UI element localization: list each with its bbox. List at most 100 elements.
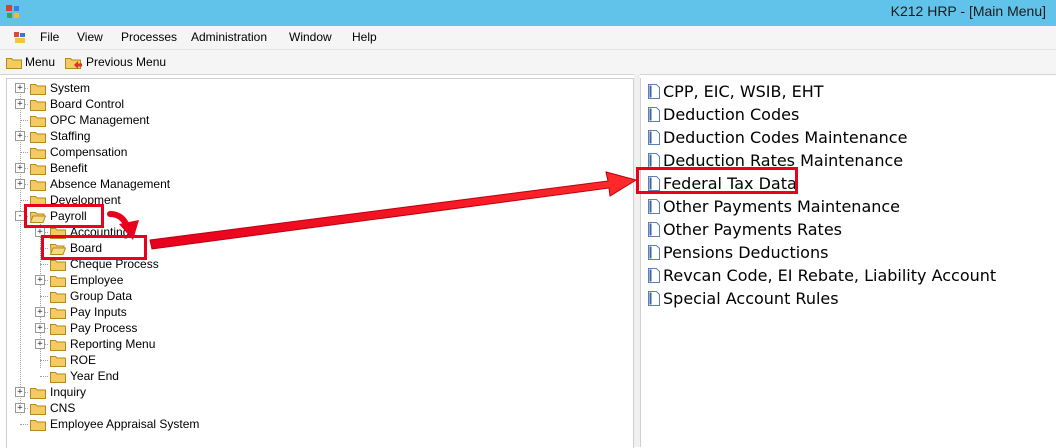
document-icon bbox=[648, 221, 660, 237]
tree-line bbox=[40, 296, 48, 297]
tree-line bbox=[20, 152, 28, 153]
tree-item-label: Employee Appraisal System bbox=[50, 417, 200, 431]
mdi-child-icon[interactable] bbox=[13, 31, 27, 45]
menu-item-label: Other Payments Rates bbox=[663, 219, 843, 239]
tree-item-opc-management[interactable]: OPC Management bbox=[30, 112, 149, 128]
document-icon bbox=[648, 244, 660, 260]
tree-item-roe[interactable]: ROE bbox=[50, 352, 96, 368]
menu-item-label: Revcan Code, EI Rebate, Liability Accoun… bbox=[663, 265, 997, 285]
tree-item-system[interactable]: System bbox=[30, 80, 90, 96]
federal-tax-highlight bbox=[636, 167, 798, 194]
tree-item-year-end[interactable]: Year End bbox=[50, 368, 119, 384]
expand-icon[interactable]: + bbox=[15, 403, 25, 413]
menu-button[interactable]: Menu bbox=[6, 53, 55, 71]
tree-item-board-control[interactable]: Board Control bbox=[30, 96, 124, 112]
folder-icon bbox=[30, 147, 46, 159]
expand-icon[interactable]: + bbox=[35, 339, 45, 349]
tree-item-label: CNS bbox=[50, 401, 76, 415]
tree-item-label: Inquiry bbox=[50, 385, 87, 399]
tree-line bbox=[20, 120, 28, 121]
document-icon bbox=[648, 83, 660, 99]
menu-view[interactable]: View bbox=[77, 30, 103, 44]
menu-item-other-payments-maintenance[interactable]: Other Payments Maintenance bbox=[648, 195, 900, 217]
folder-icon bbox=[6, 57, 22, 69]
tree-line bbox=[40, 376, 48, 377]
tree-item-pay-inputs[interactable]: Pay Inputs bbox=[50, 304, 127, 320]
document-icon bbox=[648, 152, 660, 168]
tree-item-absence-management[interactable]: Absence Management bbox=[30, 176, 170, 192]
toolbar: Menu Previous Menu bbox=[0, 50, 1056, 75]
tree-item-compensation[interactable]: Compensation bbox=[30, 144, 127, 160]
menu-item-deduction-codes-maintenance[interactable]: Deduction Codes Maintenance bbox=[648, 126, 907, 148]
tree-item-label: System bbox=[50, 81, 91, 95]
board-highlight bbox=[41, 235, 147, 260]
tree-item-label: Employee bbox=[70, 273, 124, 287]
menu-item-label: Other Payments Maintenance bbox=[663, 196, 901, 216]
tree-line bbox=[40, 360, 48, 361]
folder-icon bbox=[50, 323, 66, 335]
tree-item-pay-process[interactable]: Pay Process bbox=[50, 320, 137, 336]
menu-button-label: Menu bbox=[25, 55, 56, 69]
tree-item-employee[interactable]: Employee bbox=[50, 272, 123, 288]
menu-item-pensions-deductions[interactable]: Pensions Deductions bbox=[648, 241, 828, 263]
previous-menu-button[interactable]: Previous Menu bbox=[65, 53, 166, 71]
tree-item-label: Compensation bbox=[50, 145, 128, 159]
document-icon bbox=[648, 290, 660, 306]
tree-item-label: Staffing bbox=[50, 129, 91, 143]
folder-icon bbox=[50, 275, 66, 287]
folder-icon bbox=[50, 371, 66, 383]
tree-item-label: Board Control bbox=[50, 97, 125, 111]
app-icon[interactable] bbox=[5, 4, 21, 20]
document-icon bbox=[648, 129, 660, 145]
folder-icon bbox=[50, 291, 66, 303]
expand-icon[interactable]: + bbox=[35, 323, 45, 333]
tree-line bbox=[40, 264, 48, 265]
expand-icon[interactable]: + bbox=[15, 83, 25, 93]
tree-line bbox=[20, 424, 28, 425]
tree-item-label: Year End bbox=[70, 369, 119, 383]
tree-item-staffing[interactable]: Staffing bbox=[30, 128, 90, 144]
payroll-highlight bbox=[24, 204, 104, 228]
folder-icon bbox=[30, 99, 46, 111]
tree-item-label: Reporting Menu bbox=[70, 337, 156, 351]
tree-item-group-data[interactable]: Group Data bbox=[50, 288, 132, 304]
document-icon bbox=[648, 198, 660, 214]
menu-item-other-payments-rates[interactable]: Other Payments Rates bbox=[648, 218, 842, 240]
tree-item-reporting-menu[interactable]: Reporting Menu bbox=[50, 336, 155, 352]
expand-icon[interactable]: + bbox=[35, 275, 45, 285]
folder-icon bbox=[30, 419, 46, 431]
menu-item-label: Pensions Deductions bbox=[663, 242, 829, 262]
expand-icon[interactable]: + bbox=[15, 179, 25, 189]
expand-icon[interactable]: + bbox=[15, 163, 25, 173]
previous-menu-label: Previous Menu bbox=[86, 55, 167, 69]
expand-icon[interactable]: + bbox=[15, 99, 25, 109]
folder-icon bbox=[30, 115, 46, 127]
tree-item-inquiry[interactable]: Inquiry bbox=[30, 384, 86, 400]
expand-icon[interactable]: + bbox=[35, 307, 45, 317]
document-icon bbox=[648, 106, 660, 122]
tree-item-cns[interactable]: CNS bbox=[30, 400, 75, 416]
menu-processes[interactable]: Processes bbox=[121, 30, 177, 44]
folder-icon bbox=[30, 83, 46, 95]
menu-window[interactable]: Window bbox=[289, 30, 332, 44]
menu-item-special-account-rules[interactable]: Special Account Rules bbox=[648, 287, 839, 309]
menu-item-label: Deduction Codes bbox=[663, 104, 800, 124]
folder-icon bbox=[30, 179, 46, 191]
menu-item-deduction-codes[interactable]: Deduction Codes bbox=[648, 103, 799, 125]
menu-administration[interactable]: Administration bbox=[191, 30, 267, 44]
tree-item-employee-appraisal-system[interactable]: Employee Appraisal System bbox=[30, 416, 199, 432]
tree-item-label: Pay Process bbox=[70, 321, 138, 335]
menu-item-label: CPP, EIC, WSIB, EHT bbox=[663, 81, 824, 101]
tree-line bbox=[20, 200, 28, 201]
window-title: K212 HRP - [Main Menu] bbox=[890, 3, 1046, 19]
menu-item-label: Deduction Codes Maintenance bbox=[663, 127, 908, 147]
menu-file[interactable]: File bbox=[40, 30, 59, 44]
menu-item-cpp-eic-wsib-eht[interactable]: CPP, EIC, WSIB, EHT bbox=[648, 80, 824, 102]
expand-icon[interactable]: + bbox=[15, 387, 25, 397]
menu-help[interactable]: Help bbox=[352, 30, 377, 44]
menu-item-revcan-code-ei-rebate-liability-account[interactable]: Revcan Code, EI Rebate, Liability Accoun… bbox=[648, 264, 996, 286]
expand-icon[interactable]: + bbox=[15, 131, 25, 141]
document-icon bbox=[648, 267, 660, 283]
tree-item-benefit[interactable]: Benefit bbox=[30, 160, 87, 176]
title-bar: K212 HRP - [Main Menu] bbox=[0, 0, 1056, 26]
